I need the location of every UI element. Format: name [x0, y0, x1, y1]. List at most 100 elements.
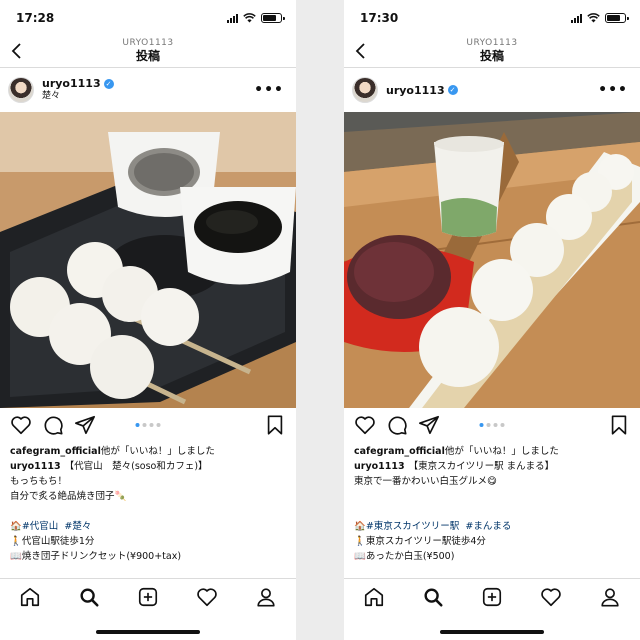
liked-by-user[interactable]: cafegram_official [354, 446, 445, 457]
caption-line: 【東京スカイツリー駅 まんまる】 [408, 461, 555, 472]
heart-icon [11, 416, 31, 435]
tab-create[interactable] [481, 586, 503, 608]
comment-button[interactable] [386, 414, 408, 436]
post-username[interactable]: uryo1113 [386, 84, 445, 97]
status-time: 17:28 [16, 11, 55, 25]
comment-icon [44, 416, 63, 435]
signal-icon [227, 13, 238, 23]
post-navbar: URYO1113 投稿 [0, 36, 296, 68]
hashtag-link[interactable]: #代官山 [22, 521, 58, 532]
avatar[interactable] [352, 77, 378, 103]
menu-info: 📖焼き団子ドリンクセット(¥900+tax) [10, 551, 182, 562]
post-caption: cafegram_official他が「いいね！」しました uryo1113 【東… [354, 444, 632, 564]
home-icon [364, 587, 383, 606]
status-icons [227, 13, 285, 23]
house-emoji-icon: 🏠 [10, 521, 22, 532]
phone-screen-1: 17:28 URYO1113 投稿 uryo1113 ✓ 楚々 ••• cafe… [0, 0, 296, 640]
access-info: 🚶代官山駅徒歩1分 [10, 536, 95, 547]
more-icon: ••• [598, 82, 628, 98]
carousel-indicator [479, 423, 505, 427]
house-emoji-icon: 🏠 [354, 521, 366, 532]
liked-by-text: 他が「いいね！」しました [100, 446, 215, 457]
post-actions [344, 412, 640, 438]
verified-badge-icon: ✓ [103, 78, 114, 89]
comment-button[interactable] [42, 414, 64, 436]
status-time: 17:30 [360, 11, 399, 25]
post-photo[interactable] [344, 112, 640, 408]
profile-icon [257, 587, 275, 607]
like-button[interactable] [354, 414, 376, 436]
likes-summary[interactable]: cafegram_official他が「いいね！」しました [10, 444, 288, 459]
status-bar: 17:30 [344, 0, 640, 36]
add-icon [138, 587, 158, 606]
back-button[interactable] [8, 40, 28, 62]
post-header: uryo1113 ✓ ••• [344, 70, 640, 110]
hashtag-link[interactable]: #東京スカイツリー駅 [366, 521, 459, 532]
tab-home[interactable] [19, 586, 41, 608]
tab-search[interactable] [422, 586, 444, 608]
share-button[interactable] [74, 414, 96, 436]
tab-search[interactable] [78, 586, 100, 608]
caption-line: もっちもち！ [10, 476, 68, 487]
bottom-tab-bar [0, 578, 296, 614]
shiratama-photo-image [344, 112, 640, 408]
profile-icon [601, 587, 619, 607]
signal-icon [571, 13, 582, 23]
home-indicator [440, 630, 544, 634]
hashtag-link[interactable]: #まんまる [465, 521, 511, 532]
post-location[interactable]: 楚々 [42, 90, 114, 103]
bottom-tab-bar [344, 578, 640, 614]
liked-by-user[interactable]: cafegram_official [10, 446, 101, 457]
paper-plane-icon [75, 415, 95, 435]
access-info: 🚶東京スカイツリー駅徒歩4分 [354, 536, 486, 547]
tab-activity[interactable] [196, 586, 218, 608]
caption-username[interactable]: uryo1113 [10, 461, 61, 472]
page-title: 投稿 [135, 49, 160, 63]
nav-account-id: URYO1113 [122, 38, 174, 48]
status-icons [571, 13, 629, 23]
bookmark-icon [611, 415, 627, 435]
post-actions [0, 412, 296, 438]
carousel-indicator [135, 423, 161, 427]
caption-username[interactable]: uryo1113 [354, 461, 405, 472]
post-photo[interactable] [0, 112, 296, 408]
nav-account-id: URYO1113 [466, 38, 518, 48]
tab-profile[interactable] [255, 586, 277, 608]
post-header: uryo1113 ✓ 楚々 ••• [0, 70, 296, 110]
page-title: 投稿 [479, 49, 504, 63]
home-icon [20, 587, 39, 606]
wifi-icon [243, 13, 256, 23]
home-indicator [96, 630, 200, 634]
tab-activity[interactable] [540, 586, 562, 608]
back-button[interactable] [352, 40, 372, 62]
avatar[interactable] [8, 77, 34, 103]
activity-icon [541, 587, 561, 606]
menu-info: 📖あったか白玉(¥500) [354, 551, 455, 562]
battery-icon [261, 13, 285, 23]
caption-line: 自分で炙る絶品焼き団子🍡 [10, 491, 127, 502]
post-username[interactable]: uryo1113 [42, 77, 101, 90]
share-button[interactable] [418, 414, 440, 436]
post-caption: cafegram_official他が「いいね！」しました uryo1113 【代… [10, 444, 288, 564]
dango-photo-image [0, 112, 296, 408]
hashtag-link[interactable]: #楚々 [64, 521, 91, 532]
verified-badge-icon: ✓ [447, 85, 458, 95]
chevron-left-icon [355, 43, 365, 59]
save-button[interactable] [608, 414, 630, 436]
save-button[interactable] [264, 414, 286, 436]
likes-summary[interactable]: cafegram_official他が「いいね！」しました [354, 444, 632, 459]
tab-create[interactable] [137, 586, 159, 608]
like-button[interactable] [10, 414, 32, 436]
phone-screen-2: 17:30 URYO1113 投稿 uryo1113 ✓ ••• cafegra… [344, 0, 640, 640]
bookmark-icon [267, 415, 283, 435]
caption-line: 東京で一番かわいい白玉グルメ😋 [354, 476, 497, 487]
comment-icon [388, 416, 407, 435]
heart-icon [355, 416, 375, 435]
more-options-button[interactable]: ••• [594, 82, 632, 98]
more-options-button[interactable]: ••• [250, 82, 288, 98]
tab-profile[interactable] [599, 586, 621, 608]
liked-by-text: 他が「いいね！」しました [444, 446, 559, 457]
more-icon: ••• [254, 82, 284, 98]
tab-home[interactable] [363, 586, 385, 608]
post-navbar: URYO1113 投稿 [344, 36, 640, 68]
